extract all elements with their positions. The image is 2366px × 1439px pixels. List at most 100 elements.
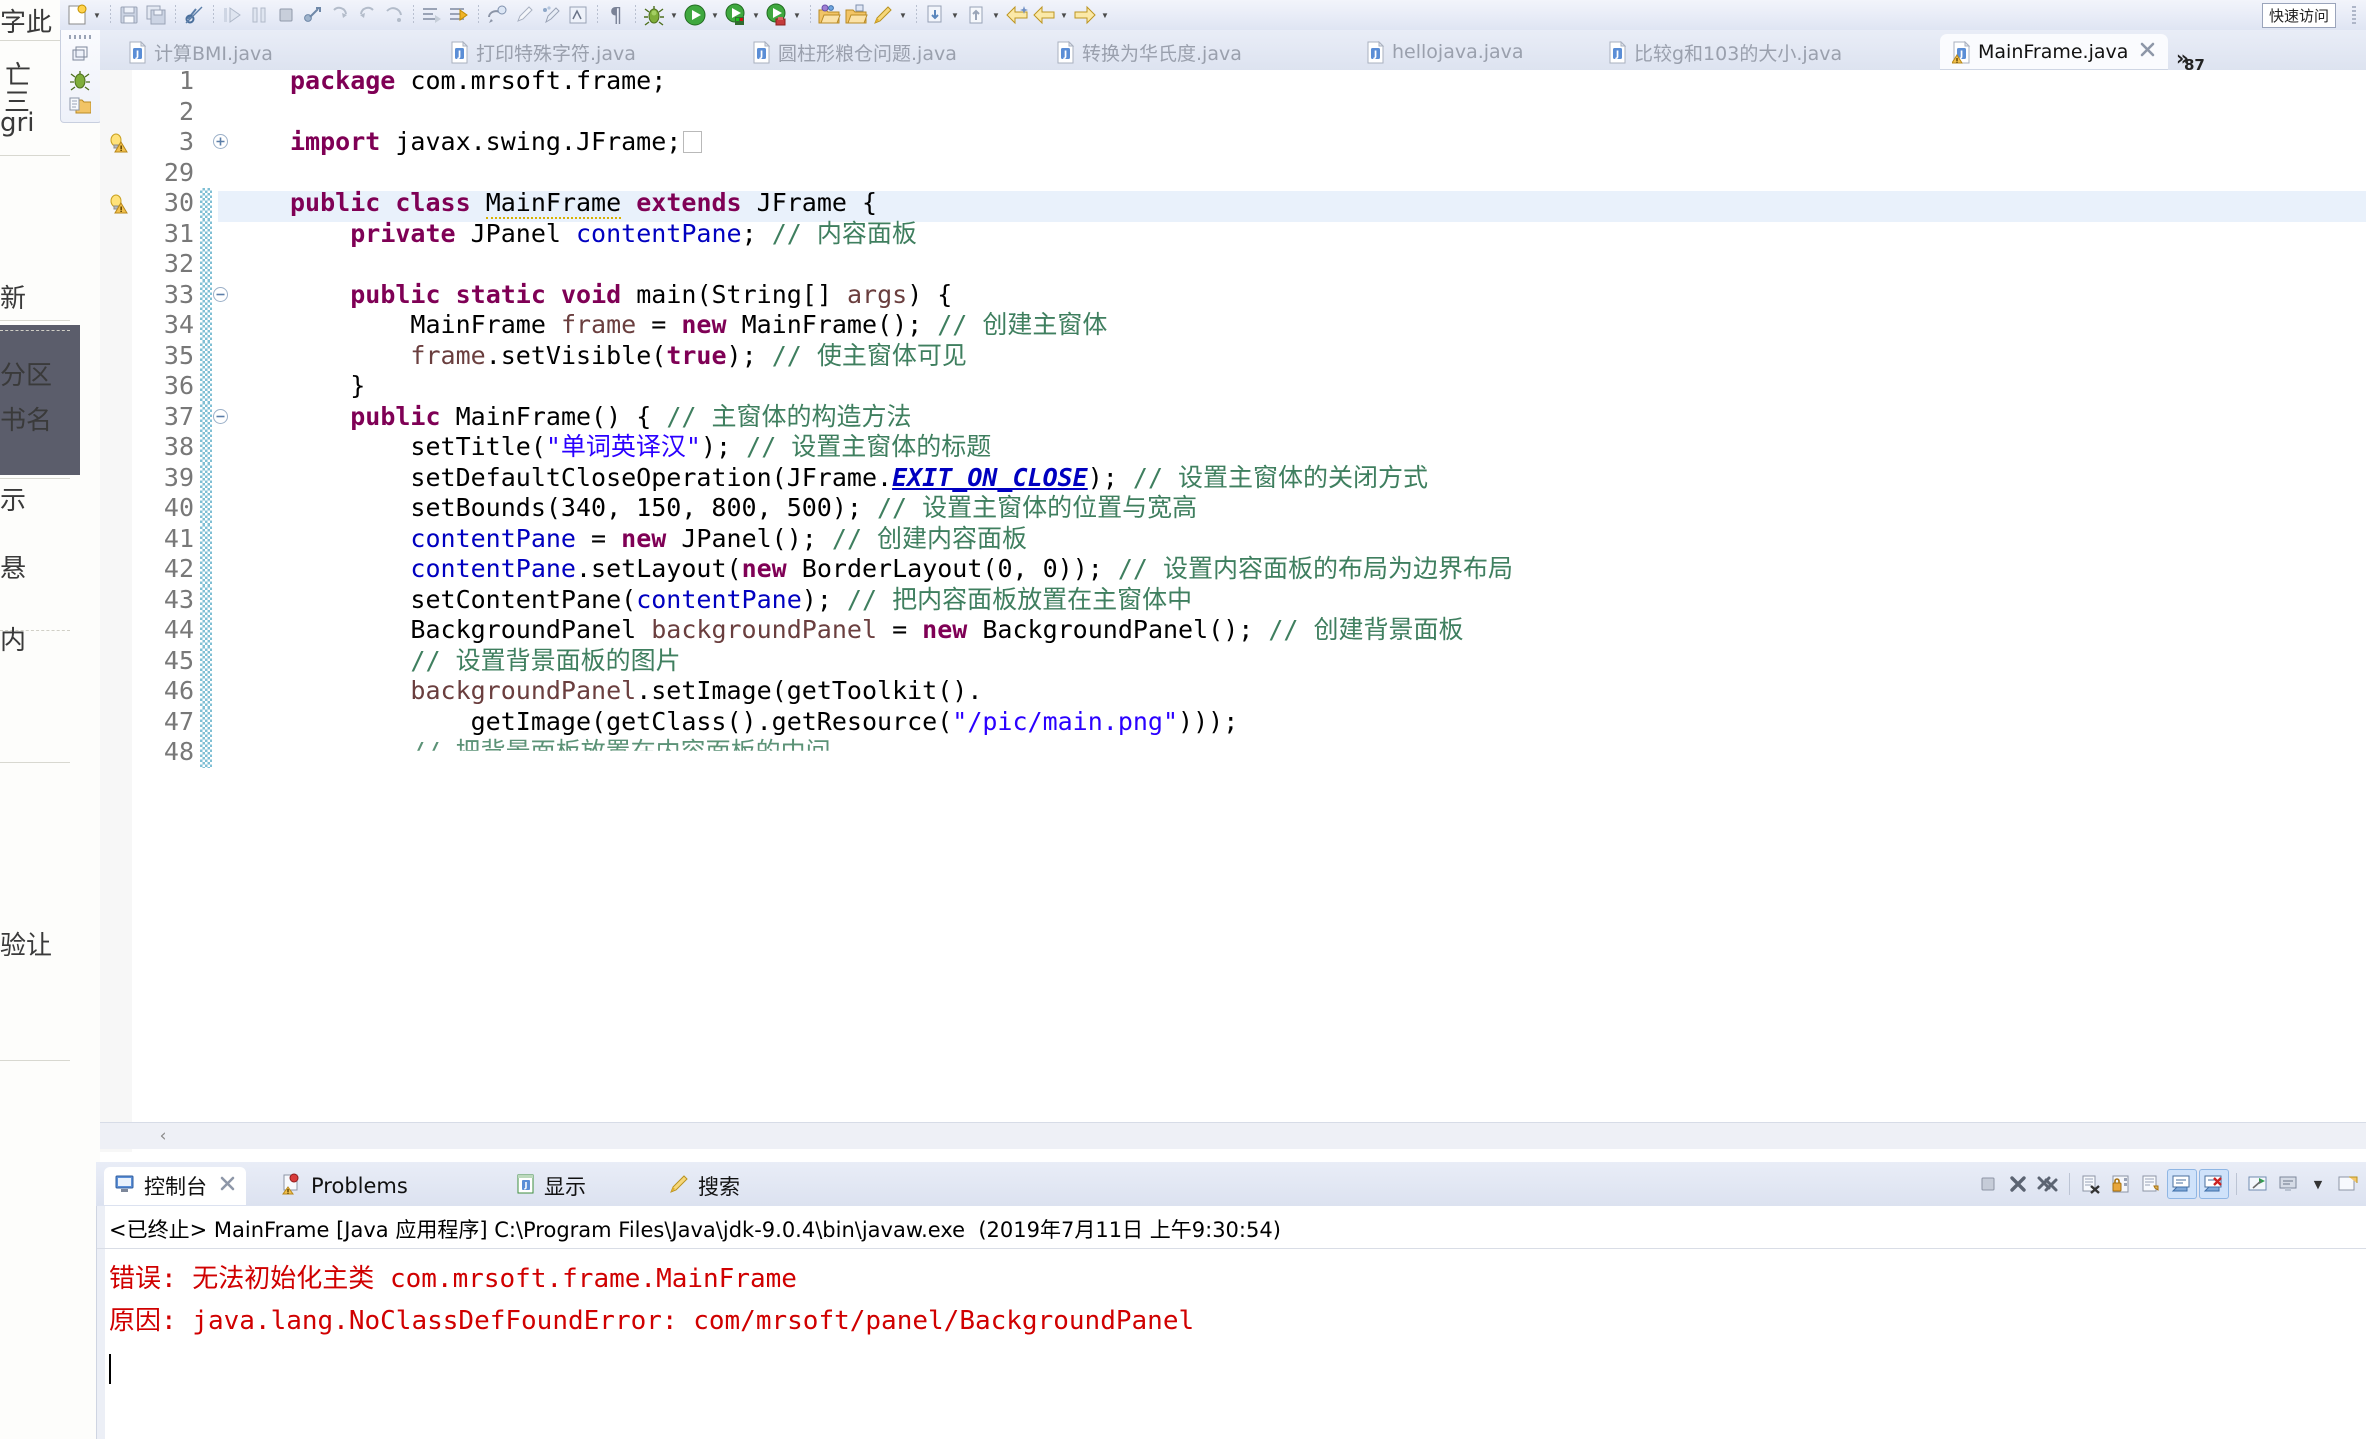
code-line[interactable]: 1 package com.mrsoft.frame; — [100, 66, 2366, 97]
step-return-icon[interactable] — [327, 2, 353, 28]
previous-annotation-icon[interactable] — [446, 2, 472, 28]
toolbar-grip[interactable] — [2352, 6, 2356, 24]
fold-collapse-icon[interactable] — [212, 408, 229, 425]
search-icon[interactable] — [870, 2, 896, 28]
console-tab-4[interactable]: 搜索 — [658, 1167, 750, 1205]
forward-dropdown[interactable]: ▼ — [1058, 2, 1070, 28]
save-all-icon[interactable] — [143, 2, 169, 28]
code-line[interactable]: 36 } — [100, 371, 2366, 402]
editor-tab-4[interactable]: J 转换为华氏度.java — [1044, 34, 1254, 70]
scroll-left-button[interactable]: ‹ — [148, 1125, 178, 1147]
code-line[interactable]: 41 contentPane = new JPanel(); // 创建内容面板 — [100, 523, 2366, 554]
close-icon[interactable] — [2139, 41, 2156, 63]
step-over-icon[interactable] — [354, 2, 380, 28]
new-file-icon[interactable] — [64, 2, 90, 28]
editor-tab-2[interactable]: J 打印特殊字符.java — [438, 34, 648, 70]
code-line[interactable]: 3 import javax.swing.JFrame; — [100, 127, 2366, 158]
code-editor[interactable]: 1 package com.mrsoft.frame; 2 3 import java… — [100, 66, 2366, 1152]
open-type-icon[interactable] — [816, 2, 842, 28]
last-edit-location-icon[interactable] — [484, 2, 510, 28]
lock-scroll-icon[interactable] — [2107, 1170, 2135, 1198]
terminate-icon[interactable] — [1974, 1170, 2002, 1198]
code-line[interactable]: 37 public MainFrame() { // 主窗体的构造方法 — [100, 401, 2366, 432]
editor-tab-6[interactable]: J 比较g和103的大小.java — [1596, 34, 1854, 70]
save-icon[interactable] — [116, 2, 142, 28]
code-line[interactable]: 43 setContentPane(contentPane); // 把内容面板… — [100, 584, 2366, 615]
toggle-mark-occurrences-icon[interactable] — [538, 2, 564, 28]
skip-breakpoints-icon[interactable] — [300, 2, 326, 28]
code-line[interactable]: 29 — [100, 158, 2366, 189]
open-console-icon[interactable] — [2334, 1170, 2362, 1198]
run-icon[interactable] — [682, 2, 708, 28]
coverage-dropdown[interactable]: ▼ — [791, 2, 803, 28]
code-line[interactable]: 38 setTitle("单词英译汉"); // 设置主窗体的标题 — [100, 432, 2366, 463]
rail-grip[interactable] — [69, 35, 91, 39]
pause-icon[interactable] — [246, 2, 272, 28]
package-explorer-icon[interactable] — [68, 94, 92, 118]
console-tab-1[interactable]: 控制台 — [104, 1167, 246, 1205]
code-line[interactable]: 40 setBounds(340, 150, 800, 500); // 设置主… — [100, 493, 2366, 524]
pin-console-icon[interactable] — [2244, 1170, 2272, 1198]
close-icon[interactable] — [219, 1175, 236, 1197]
next-dropdown[interactable]: ▼ — [1099, 2, 1111, 28]
back-icon[interactable] — [1004, 2, 1030, 28]
coverage-icon[interactable] — [764, 2, 790, 28]
clear-console-icon[interactable] — [2077, 1170, 2105, 1198]
display-console-dropdown[interactable]: ▼ — [2304, 1170, 2332, 1198]
fold-expand-icon[interactable] — [212, 133, 229, 150]
forward-icon[interactable] — [1031, 2, 1057, 28]
code-line[interactable]: 39 setDefaultCloseOperation(JFrame.EXIT_… — [100, 462, 2366, 493]
open-task-icon[interactable] — [843, 2, 869, 28]
debug-perspective-icon[interactable] — [68, 68, 92, 92]
show-console-on-error-icon[interactable] — [2199, 1169, 2229, 1199]
code-line[interactable]: 33 public static void main(String[] args… — [100, 279, 2366, 310]
step-into-selection-icon[interactable] — [381, 2, 407, 28]
remove-all-launches-icon[interactable] — [2034, 1170, 2062, 1198]
display-selected-console-icon[interactable] — [2274, 1170, 2302, 1198]
paragraph-icon[interactable]: ¶ — [603, 2, 629, 28]
code-line[interactable]: 44 BackgroundPanel backgroundPanel = new… — [100, 615, 2366, 646]
stop-icon[interactable] — [273, 2, 299, 28]
fold-collapse-icon[interactable] — [212, 286, 229, 303]
editor-tab-7[interactable]: J MainFrame.java — [1940, 34, 2169, 70]
code-line[interactable]: 31 private JPanel contentPane; // 内容面板 — [100, 218, 2366, 249]
console-tab-3[interactable]: J 显示 — [506, 1167, 596, 1205]
new-java-project-dropdown[interactable]: ▼ — [949, 2, 961, 28]
show-console-on-output-icon[interactable] — [2167, 1169, 2197, 1199]
pencil-icon[interactable] — [511, 2, 537, 28]
code-line[interactable]: 35 frame.setVisible(true); // 使主窗体可见 — [100, 340, 2366, 371]
console-output[interactable]: <已终止> MainFrame [Java 应用程序] C:\Program F… — [96, 1206, 2366, 1439]
code-line[interactable]: 45 // 设置背景面板的图片 — [100, 645, 2366, 676]
source-code[interactable]: 1 package com.mrsoft.frame; 2 3 import java… — [100, 66, 2366, 1152]
step-into-icon[interactable] — [219, 2, 245, 28]
new-java-project-icon[interactable] — [922, 2, 948, 28]
new-class-dropdown[interactable]: ▼ — [990, 2, 1002, 28]
editor-horizontal-scrollbar[interactable]: ‹ — [100, 1122, 2366, 1149]
word-wrap-icon[interactable] — [2137, 1170, 2165, 1198]
show-whitespace-icon[interactable] — [565, 2, 591, 28]
run-as-icon[interactable] — [723, 2, 749, 28]
console-tab-2[interactable]: Problems — [271, 1167, 418, 1205]
code-line[interactable]: 46 backgroundPanel.setImage(getToolkit()… — [100, 676, 2366, 707]
new-class-icon[interactable] — [963, 2, 989, 28]
next-icon[interactable] — [1072, 2, 1098, 28]
editor-tab-3[interactable]: J 圆柱形粮仓问题.java — [740, 34, 969, 70]
restore-icon[interactable] — [68, 42, 92, 66]
code-line[interactable]: 42 contentPane.setLayout(new BorderLayou… — [100, 554, 2366, 585]
code-line[interactable]: 2 — [100, 97, 2366, 128]
code-line[interactable]: 47 getImage(getClass().getResource("/pic… — [100, 706, 2366, 737]
new-file-dropdown[interactable]: ▼ — [91, 2, 103, 28]
code-line[interactable]: 34 MainFrame frame = new MainFrame(); //… — [100, 310, 2366, 341]
run-dropdown[interactable]: ▼ — [709, 2, 721, 28]
editor-tab-1[interactable]: J 计算BMI.java — [116, 34, 285, 70]
quick-access-box[interactable]: 快速访问 — [2261, 3, 2336, 28]
search-dropdown[interactable]: ▼ — [897, 2, 909, 28]
debug-icon[interactable] — [641, 2, 667, 28]
code-line[interactable]: 32 — [100, 249, 2366, 280]
run-as-dropdown[interactable]: ▼ — [750, 2, 762, 28]
remove-marker-icon[interactable] — [181, 2, 207, 28]
next-annotation-icon[interactable] — [419, 2, 445, 28]
code-line[interactable]: 48 // 把背景面板放置在内容面板的中间 — [100, 737, 2366, 768]
debug-dropdown[interactable]: ▼ — [668, 2, 680, 28]
code-line[interactable]: 30 public class MainFrame extends JFrame … — [100, 188, 2366, 219]
